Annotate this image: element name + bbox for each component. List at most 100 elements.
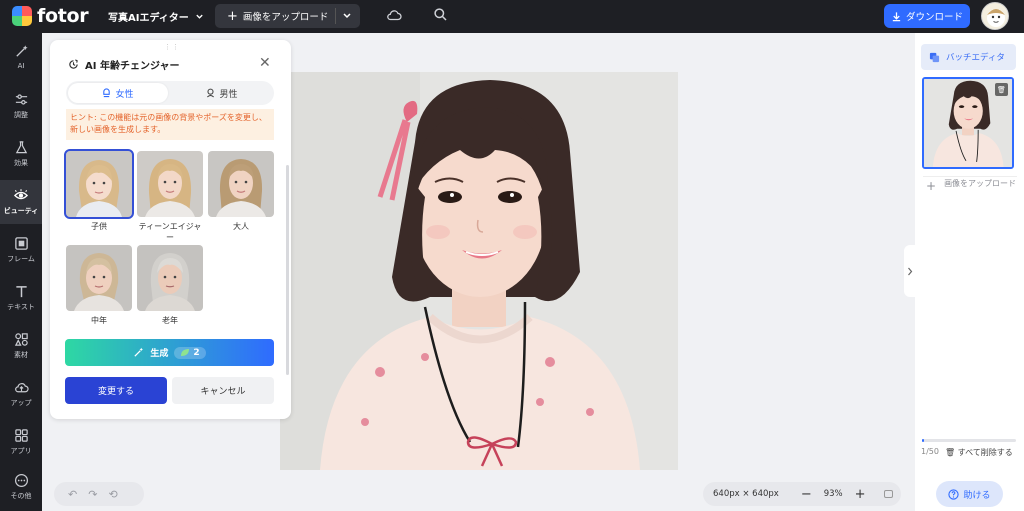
female-icon (103, 88, 111, 98)
eye-icon (13, 189, 29, 200)
sidebar-item-upload[interactable]: アップ (0, 372, 42, 416)
canvas-dimensions: 640px × 640px (713, 489, 779, 499)
canvas-image[interactable] (280, 72, 678, 470)
age-option-middle-aged[interactable]: 中年 (66, 245, 132, 326)
panel-title: AI 年齢チェンジャー (68, 57, 179, 72)
add-image-label: 画像をアップロード (944, 179, 1017, 188)
user-avatar[interactable] (981, 2, 1009, 30)
batch-editor-button[interactable]: バッチエディタ (921, 44, 1016, 70)
editor-menu[interactable]: 写真AIエディター (108, 9, 204, 24)
zoom-controls: 640px × 640px − 93% + (703, 482, 901, 506)
chevron-down-icon (196, 14, 203, 19)
sidebar-item-label: アップ (10, 399, 32, 407)
leaf-icon (181, 349, 190, 356)
add-image-button[interactable]: + 画像をアップロード (923, 176, 1017, 200)
age-option-elderly[interactable]: 老年 (137, 245, 203, 326)
help-icon (948, 488, 960, 500)
age-option-teen[interactable]: ティーンエイジャー (137, 151, 203, 243)
fotor-logo[interactable]: fotor (12, 5, 89, 27)
batch-icon (929, 52, 940, 62)
zoom-out-icon[interactable]: − (801, 487, 812, 502)
image-thumbnail[interactable]: 🗑 (922, 77, 1014, 169)
apply-button[interactable]: 変更する (65, 377, 167, 404)
reset-icon[interactable]: ⟲ (108, 488, 117, 501)
sidebar-item-label: テキスト (7, 303, 35, 311)
sidebar-item-elements[interactable]: 素材 (0, 324, 42, 368)
chevron-right-icon (907, 267, 912, 275)
zoom-level[interactable]: 93% (824, 489, 843, 499)
age-thumbnail (137, 151, 203, 217)
portrait-photo (280, 72, 678, 470)
sidebar-item-apps[interactable]: アプリ (0, 420, 42, 464)
cloud-icon[interactable] (386, 7, 402, 23)
age-label: 老年 (162, 316, 178, 325)
age-thumbnail (137, 245, 203, 311)
delete-all-button[interactable]: 🗑 すべて削除する (945, 447, 1013, 458)
generate-button[interactable]: 生成 2 (65, 339, 274, 366)
image-count-row: 1/50 🗑 すべて削除する (921, 447, 1013, 458)
sidebar-item-label: その他 (10, 492, 32, 500)
chevron-down-icon[interactable] (342, 8, 352, 22)
upload-image-button[interactable]: + 画像をアップロード (215, 4, 360, 28)
text-icon (15, 286, 27, 298)
plus-icon: + (926, 179, 937, 193)
age-changer-icon (69, 59, 78, 69)
magic-wand-icon (134, 347, 144, 357)
apps-icon (14, 429, 28, 442)
help-button[interactable]: 助ける (936, 481, 1003, 507)
sidebar-item-frame[interactable]: フレーム (0, 228, 42, 272)
more-icon (14, 473, 28, 488)
panel-scrollbar[interactable] (286, 165, 289, 375)
right-panel: バッチエディタ 🗑 + 画像をアップロード 1/50 🗑 すべて削除する 助ける (915, 33, 1024, 511)
help-label: 助ける (963, 490, 991, 501)
sidebar-item-label: フレーム (7, 255, 35, 263)
search-icon[interactable] (433, 7, 448, 22)
credit-badge: 2 (174, 346, 206, 359)
age-thumbnail (208, 151, 274, 217)
download-button[interactable]: ダウンロード (884, 4, 970, 28)
generate-label: 生成 (150, 349, 169, 359)
gender-toggle: 女性 男性 (66, 81, 274, 105)
hint-text: ヒント: この機能は元の画像の背景やポーズを変更し、新しい画像を生成します。 (66, 109, 274, 140)
age-thumbnail (66, 245, 132, 311)
age-option-adult[interactable]: 大人 (208, 151, 274, 232)
progress-fill (922, 439, 924, 442)
avatar-image (987, 9, 1005, 27)
plus-icon: + (227, 8, 238, 24)
flask-icon (15, 141, 27, 154)
sliders-icon (15, 94, 27, 105)
sidebar-item-text[interactable]: テキスト (0, 276, 42, 320)
collapse-right-panel-button[interactable] (904, 245, 915, 297)
redo-icon[interactable]: ↷ (88, 488, 97, 501)
close-icon[interactable]: ✕ (259, 55, 271, 71)
sidebar-item-adjust[interactable]: 調整 (0, 84, 42, 128)
age-label: ティーンエイジャー (138, 222, 202, 242)
sidebar-item-ai[interactable]: AI (0, 35, 42, 79)
gender-female-label: 女性 (115, 89, 134, 100)
gender-male-option[interactable]: 男性 (172, 83, 272, 103)
sidebar-item-label: AI (17, 62, 25, 70)
sidebar-item-effects[interactable]: 効果 (0, 132, 42, 176)
gender-female-option[interactable]: 女性 (68, 83, 168, 103)
sidebar-item-label: 素材 (14, 351, 28, 359)
sidebar-item-beauty[interactable]: ビューティ (0, 180, 42, 224)
image-count: 1/50 (921, 447, 939, 456)
trash-icon[interactable]: 🗑 (995, 83, 1008, 96)
panel-title-text: AI 年齢チェンジャー (85, 61, 180, 72)
frame-icon (14, 237, 28, 250)
cancel-button[interactable]: キャンセル (172, 377, 274, 404)
fit-screen-icon[interactable] (883, 490, 893, 498)
age-changer-panel: ⋮⋮ AI 年齢チェンジャー ✕ 女性 男性 ヒント: この機能は元の画像の背景… (50, 40, 291, 419)
age-label: 大人 (233, 222, 249, 231)
undo-icon[interactable]: ↶ (68, 488, 77, 501)
zoom-in-icon[interactable]: + (855, 487, 866, 502)
drag-handle[interactable]: ⋮⋮ (164, 43, 180, 51)
sidebar-item-more[interactable]: その他 (0, 465, 42, 509)
age-option-child[interactable]: 子供 (64, 149, 134, 232)
age-thumbnail (64, 149, 134, 219)
sidebar-item-label: アプリ (10, 447, 32, 455)
elements-icon (14, 333, 28, 346)
age-label: 子供 (91, 222, 107, 231)
download-icon (892, 11, 901, 21)
delete-all-label: すべて削除する (957, 448, 1013, 457)
